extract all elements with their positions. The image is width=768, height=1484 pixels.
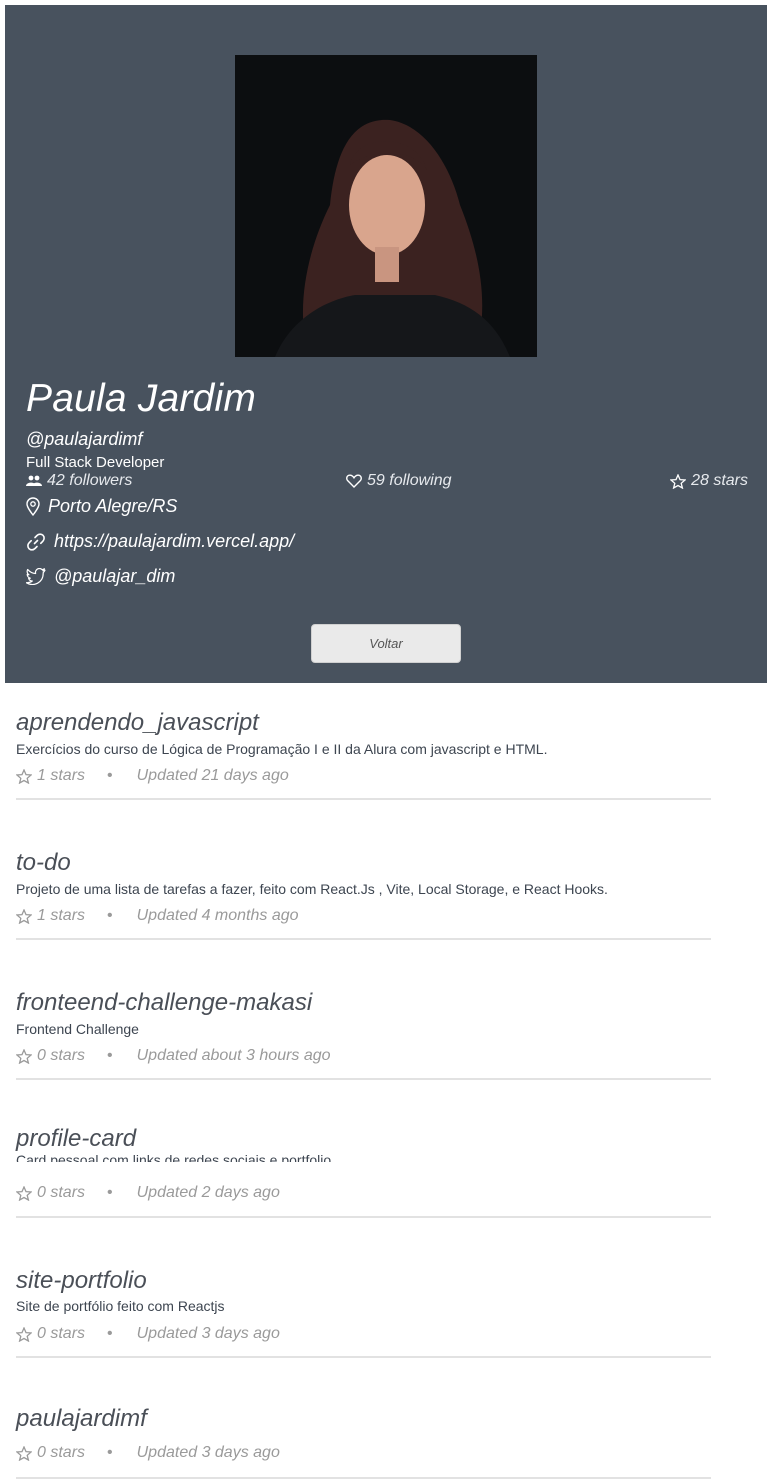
repo-name[interactable]: aprendendo_javascript bbox=[16, 709, 259, 737]
repo-name[interactable]: to-do bbox=[16, 849, 71, 877]
website-label[interactable]: https://paulajardim.vercel.app/ bbox=[54, 531, 294, 552]
twitter-label[interactable]: @paulajar_dim bbox=[54, 566, 175, 587]
profile-name: Paula Jardim bbox=[26, 377, 257, 420]
following-count: 59 following bbox=[346, 472, 452, 490]
star-icon bbox=[16, 1445, 32, 1461]
following-label: 59 following bbox=[367, 472, 452, 489]
link-icon bbox=[27, 532, 45, 551]
repo-meta: 1 stars • Updated 4 months ago bbox=[16, 907, 299, 925]
repo-description: Card pessoal com links de redes sociais … bbox=[16, 1152, 336, 1162]
location-label: Porto Alegre/RS bbox=[48, 496, 178, 516]
repo-meta: 0 stars • Updated 3 days ago bbox=[16, 1444, 280, 1462]
location-pin-icon bbox=[26, 497, 40, 516]
repo-stars: 1 stars bbox=[37, 907, 86, 924]
repo-updated: Updated 3 days ago bbox=[136, 1325, 280, 1342]
separator-dot: • bbox=[107, 907, 113, 924]
repo-item: to-do Projeto de uma lista de tarefas a … bbox=[16, 823, 711, 940]
website-link[interactable]: https://paulajardim.vercel.app/ bbox=[26, 531, 294, 552]
star-icon bbox=[16, 768, 32, 784]
heart-icon bbox=[346, 474, 362, 488]
repo-updated: Updated 2 days ago bbox=[136, 1184, 280, 1201]
star-icon bbox=[16, 908, 32, 924]
star-icon bbox=[16, 1326, 32, 1342]
profile-card: Paula Jardim @paulajardimf Full Stack De… bbox=[5, 5, 767, 683]
repo-stars: 0 stars bbox=[37, 1444, 86, 1461]
twitter-icon bbox=[26, 568, 46, 585]
separator-dot: • bbox=[107, 1444, 113, 1461]
star-icon bbox=[16, 1048, 32, 1064]
repo-name[interactable]: profile-card bbox=[16, 1125, 136, 1153]
star-icon bbox=[670, 473, 687, 489]
repo-name[interactable]: site-portfolio bbox=[16, 1267, 147, 1295]
location: Porto Alegre/RS bbox=[26, 496, 177, 517]
repo-name[interactable]: paulajardimf bbox=[16, 1405, 147, 1433]
repo-item: paulajardimf 0 stars • Updated 3 days ag… bbox=[16, 1380, 711, 1479]
separator-dot: • bbox=[107, 1325, 113, 1342]
repo-item: profile-card Card pessoal com links de r… bbox=[16, 1103, 711, 1218]
twitter-link[interactable]: @paulajar_dim bbox=[26, 566, 175, 587]
stars-label: 28 stars bbox=[691, 472, 748, 489]
repo-stars: 0 stars bbox=[37, 1047, 86, 1064]
separator-dot: • bbox=[107, 1184, 113, 1201]
profile-bio: Full Stack Developer bbox=[26, 454, 165, 471]
repo-updated: Updated 3 days ago bbox=[136, 1444, 280, 1461]
repo-description: Projeto de uma lista de tarefas a fazer,… bbox=[16, 881, 608, 897]
repo-item: aprendendo_javascript Exercícios do curs… bbox=[16, 683, 711, 800]
avatar bbox=[235, 55, 537, 357]
profile-login: @paulajardimf bbox=[26, 429, 143, 449]
repo-meta: 0 stars • Updated about 3 hours ago bbox=[16, 1047, 331, 1065]
repo-description: Exercícios do curso de Lógica de Program… bbox=[16, 741, 548, 757]
star-icon bbox=[16, 1185, 32, 1201]
followers-label: 42 followers bbox=[47, 472, 133, 489]
separator-dot: • bbox=[107, 1047, 113, 1064]
repo-stars: 0 stars bbox=[37, 1325, 86, 1342]
followers-count: 42 followers bbox=[26, 472, 132, 490]
repo-meta: 0 stars • Updated 3 days ago bbox=[16, 1325, 280, 1343]
repo-description: Site de portfólio feito com Reactjs bbox=[16, 1298, 225, 1314]
avatar-photo bbox=[235, 55, 537, 357]
back-button[interactable]: Voltar bbox=[311, 624, 461, 663]
repo-item: fronteend-challenge-makasi Frontend Chal… bbox=[16, 963, 711, 1080]
repo-item: site-portfolio Site de portfólio feito c… bbox=[16, 1240, 711, 1358]
repo-description: Frontend Challenge bbox=[16, 1021, 139, 1037]
repo-meta: 0 stars • Updated 2 days ago bbox=[16, 1184, 280, 1202]
repo-stars: 0 stars bbox=[37, 1184, 86, 1201]
repo-updated: Updated about 3 hours ago bbox=[136, 1047, 331, 1064]
separator-dot: • bbox=[107, 767, 113, 784]
people-icon bbox=[26, 475, 42, 486]
repo-name[interactable]: fronteend-challenge-makasi bbox=[16, 989, 312, 1017]
repo-stars: 1 stars bbox=[37, 767, 86, 784]
stars-count: 28 stars bbox=[670, 472, 748, 490]
repo-updated: Updated 21 days ago bbox=[136, 767, 289, 784]
repo-updated: Updated 4 months ago bbox=[136, 907, 299, 924]
repo-meta: 1 stars • Updated 21 days ago bbox=[16, 767, 289, 785]
